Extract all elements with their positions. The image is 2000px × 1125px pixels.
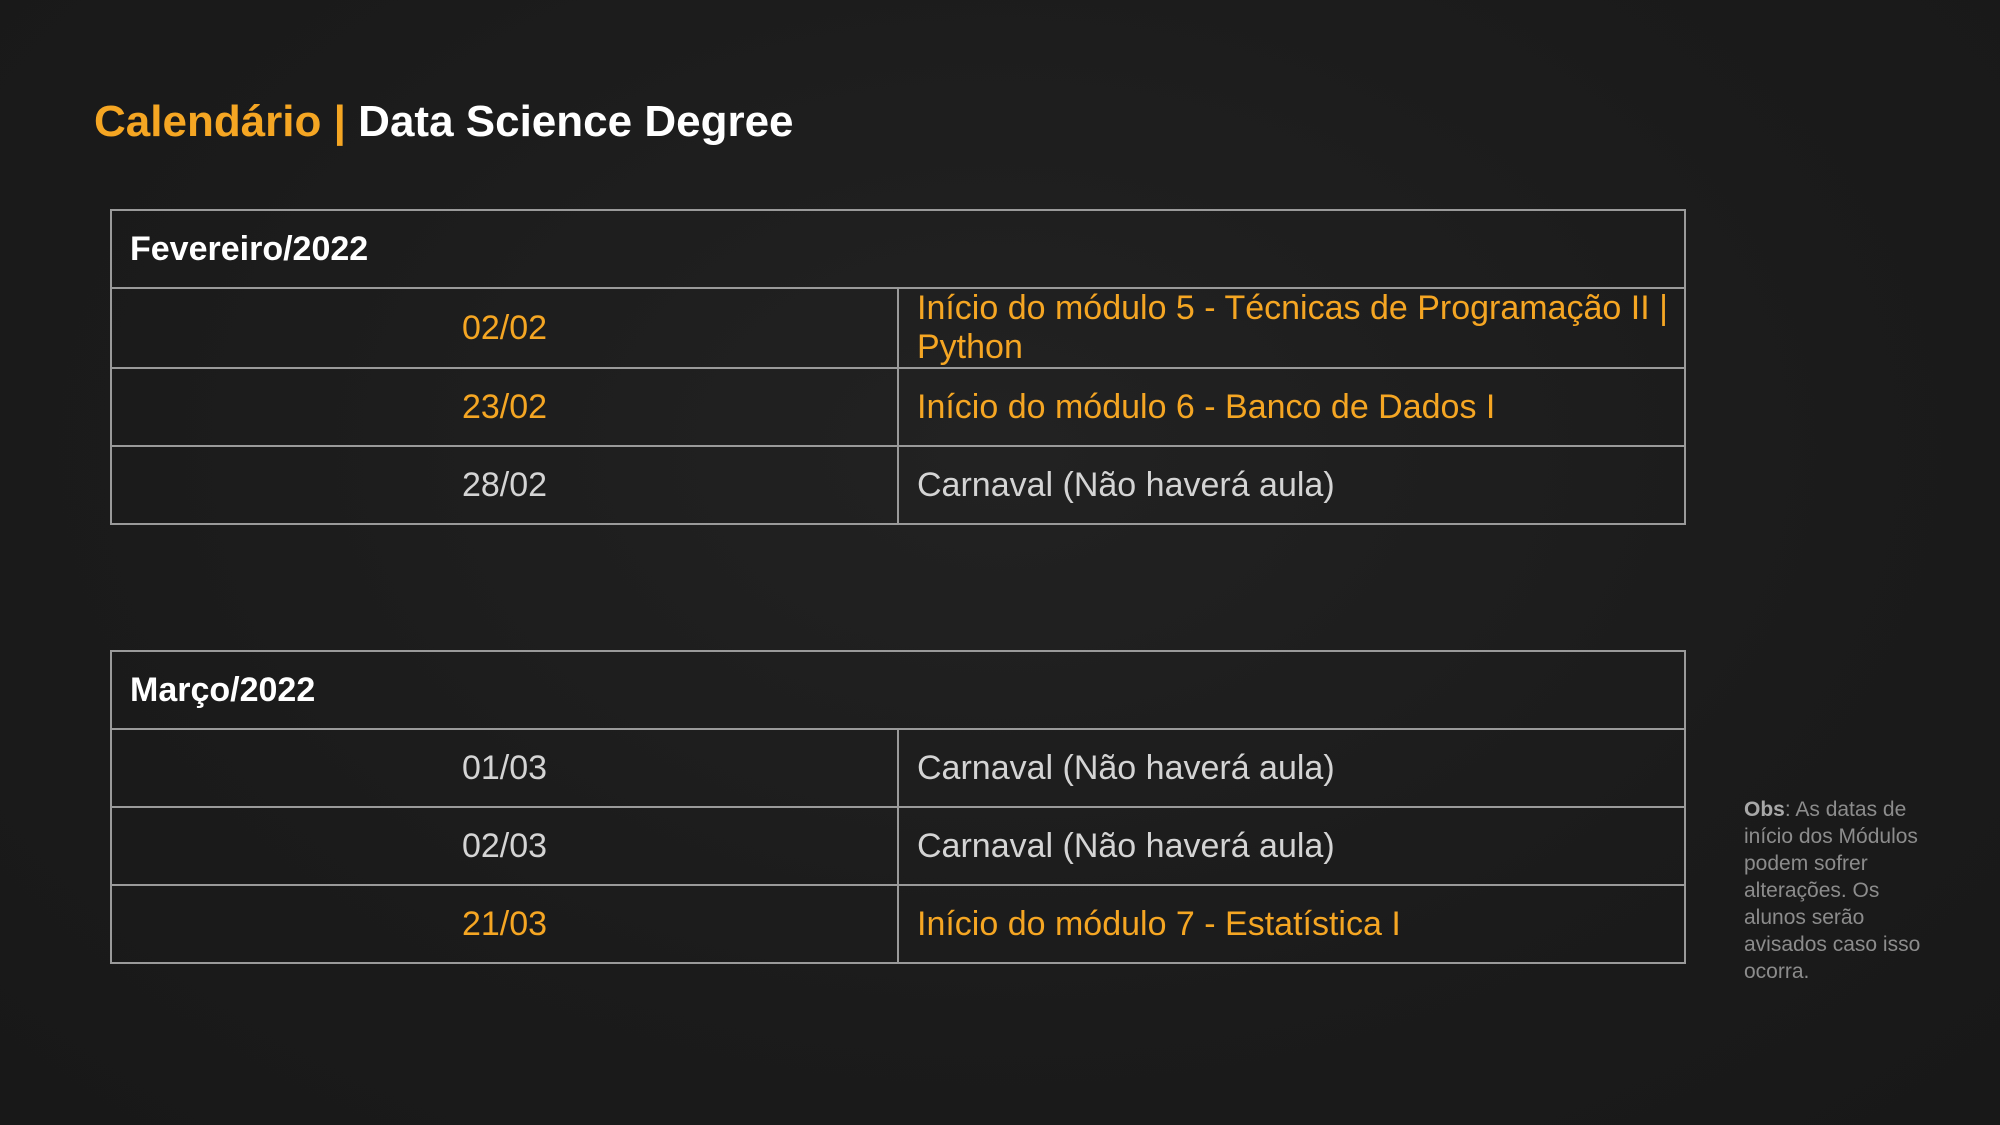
month-header-row: Fevereiro/2022 (110, 209, 1686, 289)
event-description: Carnaval (Não haverá aula) (897, 728, 1686, 808)
title-main: Data Science Degree (358, 97, 794, 146)
event-date: 01/03 (110, 728, 899, 808)
event-description: Início do módulo 7 - Estatística I (897, 884, 1686, 964)
slide: Calendário | Data Science Degree Feverei… (0, 0, 2000, 1125)
event-description: Início do módulo 5 - Técnicas de Program… (897, 287, 1686, 369)
event-date: 28/02 (110, 445, 899, 525)
table-row: 02/03 Carnaval (Não haverá aula) (110, 806, 1686, 886)
calendar-table-february: Fevereiro/2022 02/02 Início do módulo 5 … (110, 209, 1686, 525)
table-row: 21/03 Início do módulo 7 - Estatística I (110, 884, 1686, 964)
calendar-table-march: Março/2022 01/03 Carnaval (Não haverá au… (110, 650, 1686, 964)
month-header-row: Março/2022 (110, 650, 1686, 730)
event-date: 23/02 (110, 367, 899, 447)
note-label: Obs (1744, 798, 1785, 821)
observation-note: Obs: As datas de início dos Módulos pode… (1744, 796, 1944, 985)
table-row: 02/02 Início do módulo 5 - Técnicas de P… (110, 287, 1686, 369)
event-date: 21/03 (110, 884, 899, 964)
event-description: Carnaval (Não haverá aula) (897, 806, 1686, 886)
table-row: 28/02 Carnaval (Não haverá aula) (110, 445, 1686, 525)
month-header: Março/2022 (110, 650, 1686, 730)
event-date: 02/03 (110, 806, 899, 886)
title-accent: Calendário | (94, 97, 346, 146)
event-date: 02/02 (110, 287, 899, 369)
page-title: Calendário | Data Science Degree (94, 92, 794, 152)
note-text: : As datas de início dos Módulos podem s… (1744, 798, 1921, 983)
table-row: 23/02 Início do módulo 6 - Banco de Dado… (110, 367, 1686, 447)
month-header: Fevereiro/2022 (110, 209, 1686, 289)
event-description: Início do módulo 6 - Banco de Dados I (897, 367, 1686, 447)
event-description: Carnaval (Não haverá aula) (897, 445, 1686, 525)
table-row: 01/03 Carnaval (Não haverá aula) (110, 728, 1686, 808)
